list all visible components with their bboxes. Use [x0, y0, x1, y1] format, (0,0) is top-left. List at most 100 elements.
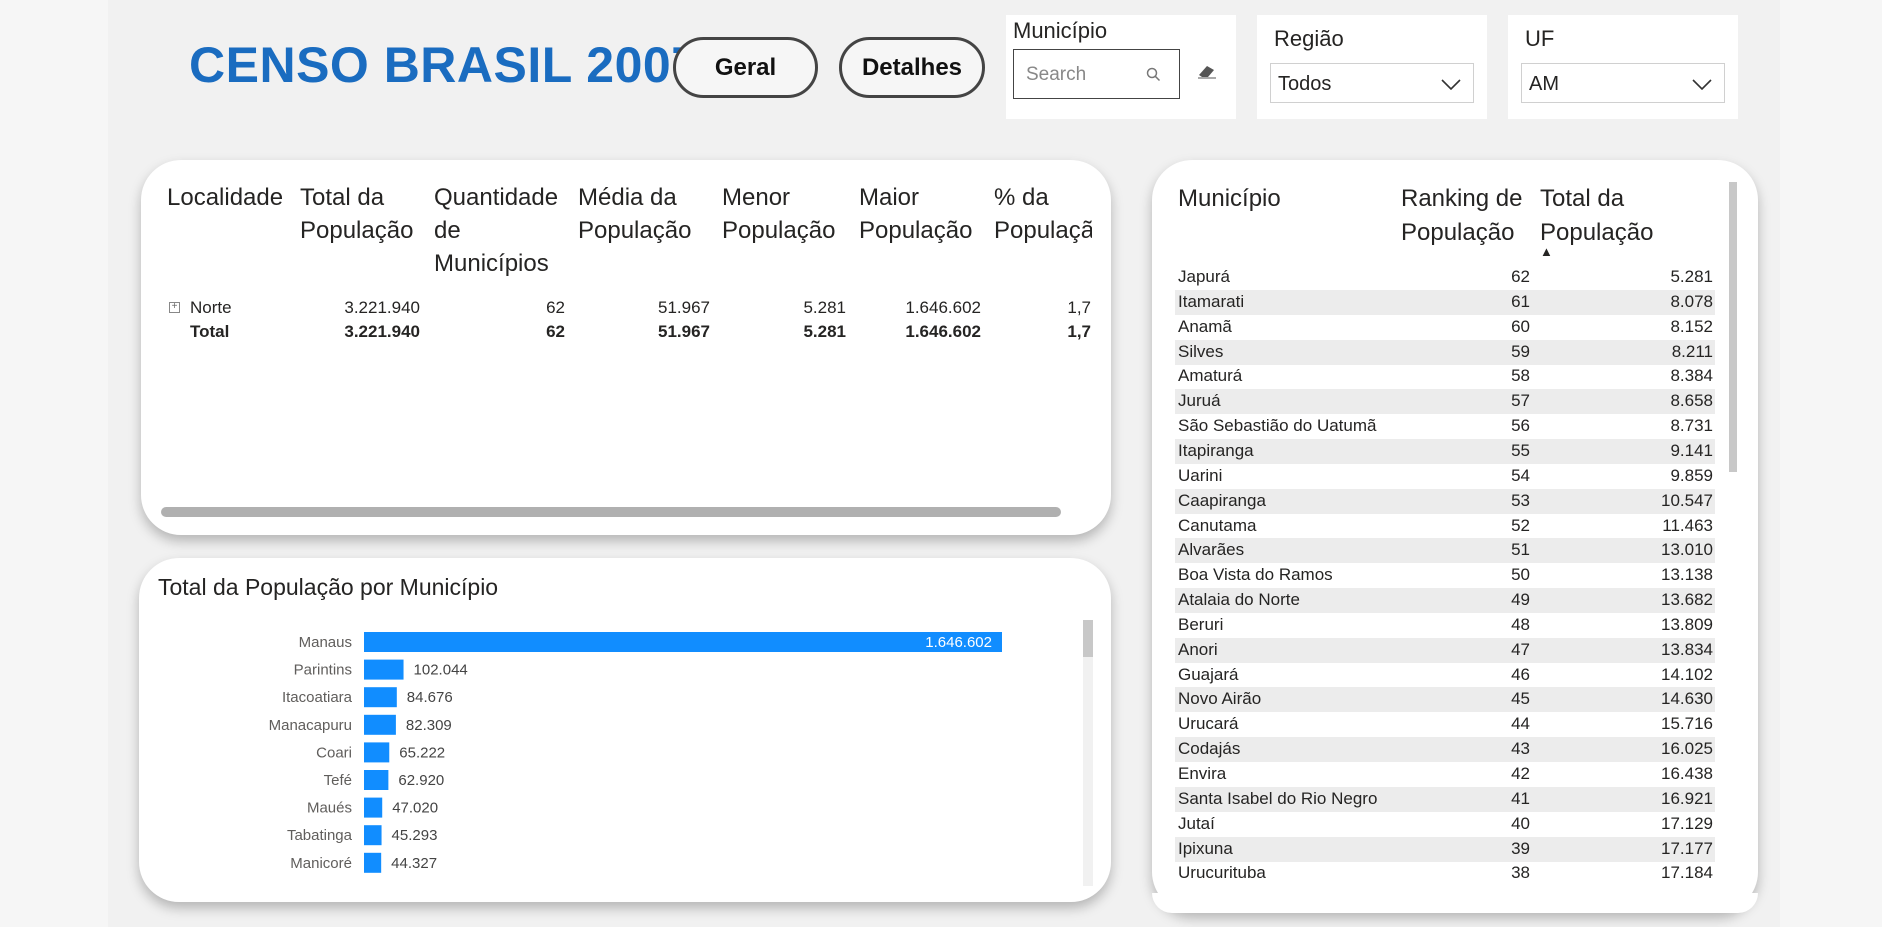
chart-scrollbar[interactable] [1083, 620, 1093, 886]
total-populacao-cell: 13.010 [1661, 540, 1713, 560]
total-populacao-cell: 17.184 [1661, 863, 1713, 883]
total-populacao-cell: 13.138 [1661, 565, 1713, 585]
ranking-scrollbar[interactable] [1729, 180, 1737, 894]
data-label: 65.222 [399, 744, 445, 761]
ranking-header-total-populacao[interactable]: Total da População [1540, 182, 1653, 250]
table-row[interactable]: Japurá 62 5.281 [1175, 265, 1715, 290]
ranking-cell: 55 [1511, 440, 1530, 460]
ranking-cell: 46 [1511, 664, 1530, 684]
ranking-cell: 48 [1511, 614, 1530, 634]
table-row[interactable]: Atalaia do Norte 49 13.682 [1175, 588, 1715, 614]
table-row[interactable]: Santa Isabel do Rio Negro 41 16.921 [1175, 786, 1715, 812]
total-populacao-cell: 16.921 [1661, 788, 1713, 808]
ranking-cell: 45 [1511, 689, 1530, 709]
total-populacao-cell: 8.658 [1670, 391, 1713, 411]
bar[interactable] [364, 770, 389, 790]
ranking-cell: 54 [1511, 465, 1530, 485]
category-label: Coari [316, 744, 352, 761]
data-label: 84.676 [407, 689, 453, 706]
municipio-cell: Itamarati [1178, 291, 1245, 311]
table-row[interactable]: Guajará 46 14.102 [1175, 663, 1715, 688]
ranking-cell: 39 [1511, 838, 1530, 858]
data-label: 62.920 [398, 772, 444, 789]
ranking-cell: 57 [1511, 391, 1530, 411]
ranking-cell: 59 [1511, 341, 1530, 361]
ranking-card-bottom [1152, 893, 1758, 913]
bar[interactable] [364, 714, 396, 735]
ranking-header-ranking[interactable]: Ranking de População [1401, 182, 1522, 250]
municipio-cell: Juruá [1178, 391, 1221, 411]
ranking-scrollbar-thumb[interactable] [1729, 182, 1737, 472]
table-row[interactable]: Amaturá 58 8.384 [1175, 364, 1715, 389]
table-row[interactable]: Envira 42 16.438 [1175, 762, 1715, 787]
ranking-cell: 53 [1511, 490, 1530, 510]
municipio-cell: Canutama [1178, 515, 1257, 535]
total-populacao-cell: 8.078 [1670, 291, 1713, 311]
ranking-cell: 51 [1511, 540, 1530, 560]
table-row[interactable]: Jutaí 40 17.129 [1175, 812, 1715, 837]
table-row[interactable]: Alvarães 51 13.010 [1175, 538, 1715, 564]
table-row[interactable]: Itamarati 61 8.078 [1175, 289, 1715, 315]
table-row[interactable]: Codajás 43 16.025 [1175, 737, 1715, 763]
data-label: 102.044 [414, 662, 468, 679]
total-populacao-cell: 17.177 [1661, 838, 1713, 858]
data-label: 1.646.602 [925, 634, 992, 651]
total-populacao-cell: 11.463 [1662, 515, 1713, 535]
table-row[interactable]: Beruri 48 13.809 [1175, 613, 1715, 638]
ranking-cell: 44 [1511, 714, 1530, 734]
table-row[interactable]: Canutama 52 11.463 [1175, 514, 1715, 539]
total-populacao-cell: 13.809 [1661, 614, 1713, 634]
category-label: Parintins [294, 662, 352, 679]
table-row[interactable]: Itapiranga 55 9.141 [1175, 438, 1715, 464]
municipio-cell: Guajará [1178, 664, 1239, 684]
table-row[interactable]: Silves 59 8.211 [1175, 339, 1715, 365]
municipio-cell: Amaturá [1178, 366, 1243, 386]
category-label: Manacapuru [269, 717, 352, 734]
municipio-cell: Silves [1178, 341, 1224, 361]
table-row[interactable]: Urucará 44 15.716 [1175, 712, 1715, 737]
ranking-cell: 62 [1511, 267, 1530, 286]
table-row[interactable]: Anori 47 13.834 [1175, 637, 1715, 663]
municipio-cell: Atalaia do Norte [1178, 590, 1300, 610]
data-label: 44.327 [391, 855, 437, 872]
chart-scrollbar-thumb[interactable] [1083, 620, 1093, 657]
bar[interactable] [364, 632, 1002, 652]
ranking-cell: 42 [1511, 764, 1530, 783]
table-row[interactable]: Anamã 60 8.152 [1175, 315, 1715, 340]
bar[interactable] [364, 797, 383, 818]
ranking-cell: 50 [1511, 565, 1530, 585]
sort-ascending-icon[interactable]: ▲ [1540, 245, 1553, 258]
total-populacao-cell: 8.731 [1670, 416, 1713, 436]
bar[interactable] [364, 687, 397, 708]
bar[interactable] [364, 659, 404, 680]
total-populacao-cell: 14.630 [1661, 689, 1713, 709]
total-populacao-cell: 14.102 [1661, 664, 1713, 684]
ranking-cell: 58 [1511, 366, 1530, 386]
table-row[interactable]: Caapiranga 53 10.547 [1175, 488, 1715, 514]
total-populacao-cell: 5.281 [1670, 267, 1713, 286]
table-row[interactable]: Urucurituba 38 17.184 [1175, 861, 1715, 886]
ranking-header-municipio[interactable]: Município [1178, 182, 1281, 216]
total-populacao-cell: 8.384 [1670, 366, 1713, 386]
table-row[interactable]: Novo Airão 45 14.630 [1175, 687, 1715, 713]
municipio-cell: Anori [1178, 639, 1218, 659]
municipio-cell: Urucará [1178, 714, 1239, 734]
municipio-cell: Caapiranga [1178, 490, 1266, 510]
total-populacao-cell: 8.211 [1671, 341, 1713, 361]
table-row[interactable]: São Sebastião do Uatumã 56 8.731 [1175, 414, 1715, 439]
municipio-cell: Alvarães [1178, 540, 1245, 560]
ranking-cell: 41 [1511, 788, 1530, 808]
total-populacao-cell: 17.129 [1661, 813, 1713, 833]
ranking-cell: 38 [1511, 863, 1530, 883]
total-populacao-cell: 9.141 [1670, 440, 1713, 460]
municipio-cell: Uarini [1178, 465, 1223, 485]
table-row[interactable]: Uarini 54 9.859 [1175, 464, 1715, 489]
table-row[interactable]: Juruá 57 8.658 [1175, 389, 1715, 415]
table-row[interactable]: Boa Vista do Ramos 50 13.138 [1175, 563, 1715, 588]
category-label: Maués [307, 800, 352, 817]
bar[interactable] [364, 742, 390, 763]
bar[interactable] [364, 852, 382, 873]
table-row[interactable]: Ipixuna 39 17.177 [1175, 836, 1715, 862]
bar[interactable] [364, 825, 382, 846]
ranking-cell: 60 [1511, 316, 1530, 336]
